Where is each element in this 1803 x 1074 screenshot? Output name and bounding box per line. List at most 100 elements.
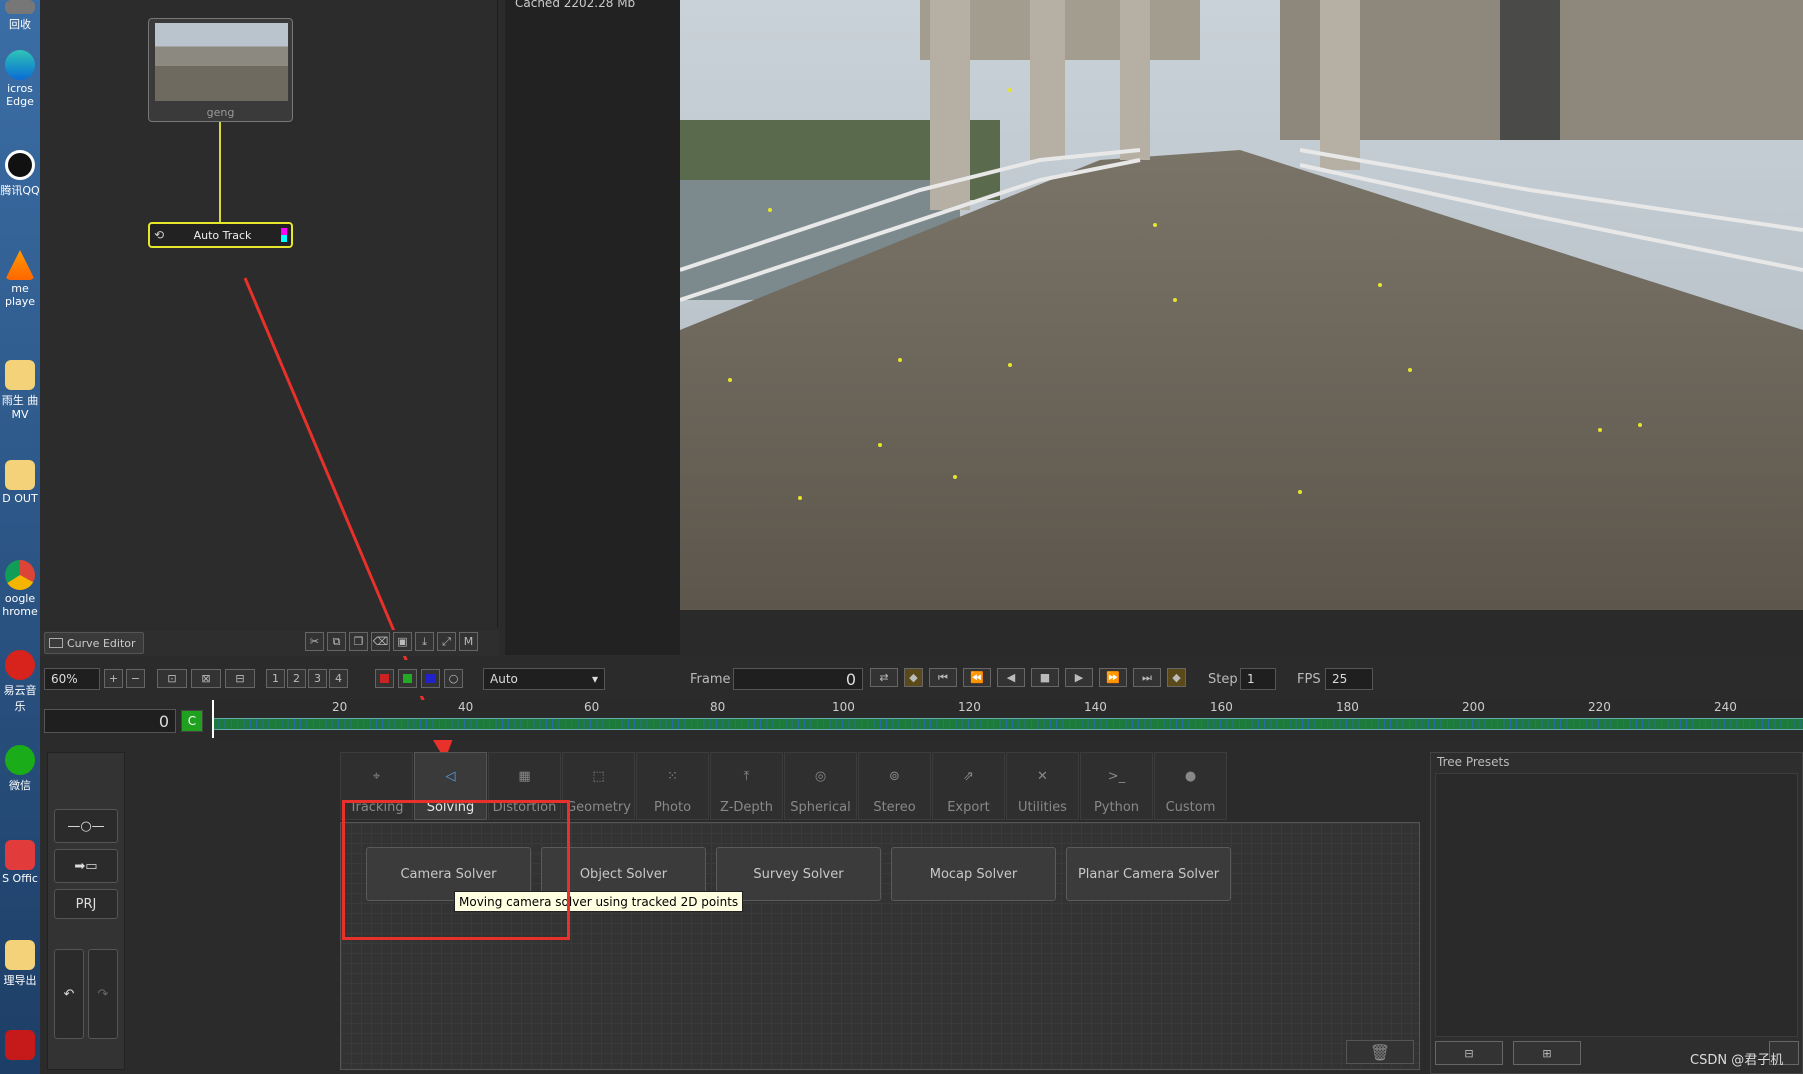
tab-export[interactable]: ⇗ Export [932, 752, 1005, 820]
display-icon[interactable]: ⊟ [225, 669, 255, 688]
step-forward-icon[interactable]: ⏩ [1099, 668, 1127, 687]
tab-geometry[interactable]: ⬚ Geometry [562, 752, 635, 820]
project-tool-button[interactable]: PRJ [54, 889, 118, 919]
play-icon[interactable]: ▶ [1065, 668, 1093, 687]
channel-blue-button[interactable] [421, 669, 440, 688]
tab-label: Export [947, 800, 990, 815]
cache-info: Cached 2202.28 Mb [515, 0, 636, 10]
tab-python[interactable]: >_ Python [1080, 752, 1153, 820]
channel-alpha-button[interactable]: ○ [444, 669, 463, 688]
zoom-out-icon[interactable]: − [126, 669, 145, 688]
forward-end-icon[interactable]: ⏭ [1133, 668, 1161, 687]
tick-label: 160 [1210, 700, 1233, 714]
frame-field[interactable]: 0 [733, 668, 863, 690]
loop-icon[interactable]: ⇄ [870, 668, 898, 687]
rewind-start-icon[interactable]: ⏮ [929, 668, 957, 687]
trash-icon[interactable]: 🗑 [1346, 1040, 1414, 1064]
tab-utilities[interactable]: ✕ Utilities [1006, 752, 1079, 820]
play-reverse-icon[interactable]: ◀ [997, 668, 1025, 687]
macro-icon[interactable]: M [459, 632, 478, 651]
scene-image [680, 0, 1803, 610]
playhead[interactable] [212, 700, 214, 738]
zoom-field[interactable]: 60% [44, 668, 100, 690]
zoom-in-icon[interactable]: + [104, 669, 123, 688]
import-icon[interactable]: ⤓ [415, 632, 434, 651]
copy-icon[interactable]: ⧉ [327, 632, 346, 651]
geometry-icon: ⬚ [592, 768, 605, 784]
step-field[interactable]: 1 [1240, 668, 1276, 690]
tick-label: 240 [1714, 700, 1737, 714]
tab-label: Z-Depth [720, 800, 773, 815]
left-tool-panel: —○— ➡▭ PRJ ↶ ↷ [47, 752, 125, 1070]
planar-camera-solver-button[interactable]: Planar Camera Solver [1066, 847, 1231, 901]
tick-label: 80 [710, 700, 726, 714]
keyframe-next-icon[interactable]: ◆ [1167, 668, 1186, 687]
tab-label: Stereo [873, 800, 916, 815]
tick-label: 220 [1588, 700, 1611, 714]
watermark: CSDN @君子机 [1690, 1053, 1784, 1068]
mode-select[interactable]: Auto ▾ [483, 668, 605, 690]
spherical-icon: ◎ [814, 768, 827, 784]
channel-green-button[interactable] [398, 669, 417, 688]
mocap-solver-button[interactable]: Mocap Solver [891, 847, 1056, 901]
redo-button[interactable]: ↷ [88, 949, 118, 1039]
output-tool-button[interactable]: ➡▭ [54, 849, 118, 883]
tick-label: 100 [832, 700, 855, 714]
view-1-button[interactable]: 1 [266, 669, 285, 688]
tick-label: 180 [1336, 700, 1359, 714]
annotation-box [342, 800, 570, 940]
mask-icon[interactable]: ⊠ [191, 669, 221, 688]
curve-editor-label: Curve Editor [67, 636, 136, 650]
tick-label: 60 [584, 700, 600, 714]
timeline-track [212, 718, 1803, 730]
monitor-icon [49, 638, 63, 648]
zdepth-icon: ⤒ [743, 768, 750, 784]
slider-tool-button[interactable]: —○— [54, 809, 118, 843]
tab-custom[interactable]: ● Custom [1154, 752, 1227, 820]
tab-label: Spherical [790, 800, 851, 815]
tick-label: 200 [1462, 700, 1485, 714]
keyframe-prev-icon[interactable]: ◆ [904, 668, 923, 687]
tab-stereo[interactable]: ⊚ Stereo [858, 752, 931, 820]
curve-editor-button[interactable]: Curve Editor [44, 632, 144, 654]
tick-label: 20 [332, 700, 348, 714]
custom-icon: ● [1184, 768, 1197, 784]
viewer-image[interactable] [680, 0, 1803, 610]
presets-list[interactable] [1435, 773, 1798, 1037]
group-icon[interactable]: ▣ [393, 632, 412, 651]
channel-red-button[interactable] [375, 669, 394, 688]
duplicate-icon[interactable]: ❐ [349, 632, 368, 651]
python-icon: >_ [1107, 768, 1126, 784]
fps-label: FPS [1297, 672, 1321, 687]
utilities-icon: ✕ [1037, 768, 1048, 784]
frame-label: Frame [690, 672, 731, 687]
step-back-icon[interactable]: ⏪ [963, 668, 991, 687]
node-tools: ✂ ⧉ ❐ ⌫ ▣ ⤓ ⤢ M [305, 632, 478, 651]
view-3-button[interactable]: 3 [308, 669, 327, 688]
tab-label: Geometry [566, 800, 631, 815]
distortion-icon: ▦ [518, 768, 531, 784]
cut-icon[interactable]: ✂ [305, 632, 324, 651]
load-preset-icon[interactable]: ⊟ [1435, 1041, 1503, 1065]
add-preset-icon[interactable]: ⊞ [1513, 1041, 1581, 1065]
c-button[interactable]: C [181, 710, 203, 732]
timeline[interactable]: 20 40 60 80 100 120 140 160 180 200 220 … [212, 700, 1803, 740]
current-frame-field[interactable]: 0 [44, 709, 176, 733]
chevron-down-icon: ▾ [591, 672, 598, 686]
playback-controls: ⇄ ◆ ⏮ ⏪ ◀ ■ ▶ ⏩ ⏭ ◆ [870, 668, 1186, 687]
tracking-icon: ⌖ [372, 768, 381, 784]
delete-icon[interactable]: ⌫ [371, 632, 390, 651]
tab-zdepth[interactable]: ⤒ Z-Depth [710, 752, 783, 820]
tick-label: 140 [1084, 700, 1107, 714]
tab-photo[interactable]: ⁙ Photo [636, 752, 709, 820]
fit-view-icon[interactable]: ⤢ [437, 632, 456, 651]
solving-icon: ◁ [445, 768, 456, 784]
export-icon: ⇗ [963, 768, 974, 784]
stop-icon[interactable]: ■ [1031, 668, 1059, 687]
view-4-button[interactable]: 4 [329, 669, 348, 688]
fps-field[interactable]: 25 [1325, 668, 1373, 690]
undo-button[interactable]: ↶ [54, 949, 84, 1039]
fit-icon[interactable]: ⊡ [157, 669, 187, 688]
view-2-button[interactable]: 2 [287, 669, 306, 688]
tab-spherical[interactable]: ◎ Spherical [784, 752, 857, 820]
